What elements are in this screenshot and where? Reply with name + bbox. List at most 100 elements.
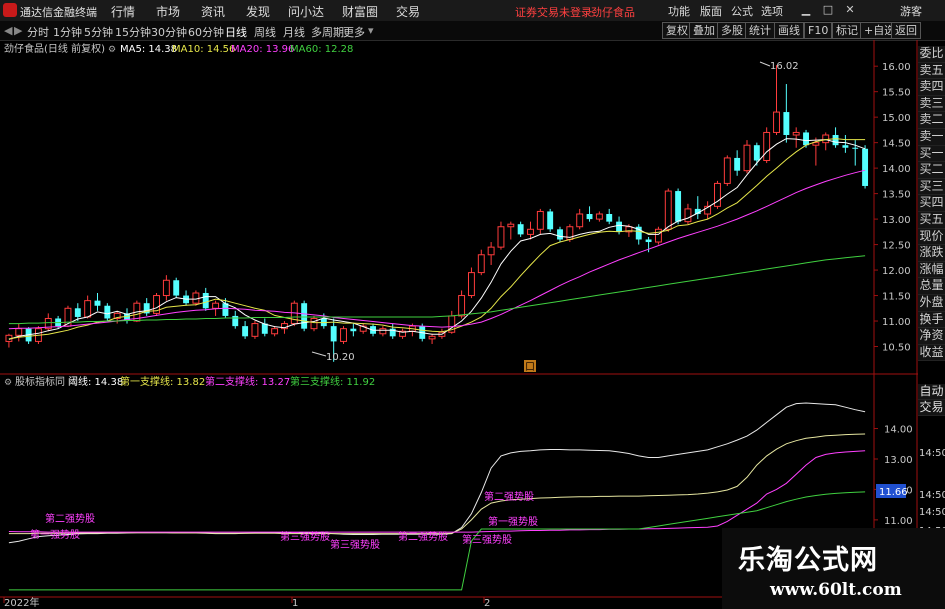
menu-gongneng[interactable]: 功能 xyxy=(668,3,690,19)
candle-body-up xyxy=(162,279,170,297)
back-arrow-icon[interactable]: ◀ xyxy=(4,24,12,37)
quote-field[interactable]: 委比 xyxy=(918,46,945,63)
quote-field[interactable]: 卖二 xyxy=(918,112,945,129)
period-weekly[interactable]: 周线 xyxy=(254,24,276,40)
candle-body-up xyxy=(251,323,259,337)
candle-body-up xyxy=(477,254,485,274)
side-tab[interactable]: 交易 xyxy=(918,400,945,416)
period-30min[interactable]: 30分钟 xyxy=(151,24,187,40)
period-60min[interactable]: 60分钟 xyxy=(188,24,224,40)
candle-body-down xyxy=(734,157,741,171)
btn-f10[interactable]: F10 xyxy=(804,22,833,39)
period-5min[interactable]: 5分钟 xyxy=(84,24,113,40)
btn-huaxian[interactable]: 画线 xyxy=(774,22,804,39)
btn-fuquan[interactable]: 复权 xyxy=(662,22,692,39)
quote-field[interactable]: 卖四 xyxy=(918,79,945,96)
candle-body-up xyxy=(576,213,584,228)
settings-gear-icon[interactable]: ⚙ xyxy=(108,45,116,55)
quote-field[interactable]: 净资 xyxy=(918,328,945,345)
indicator-gear-icon[interactable]: ⚙ xyxy=(4,378,12,388)
quote-field[interactable]: 换手 xyxy=(918,311,945,329)
maximize-icon[interactable]: □ xyxy=(820,3,836,17)
sub-time-label: 14:50 xyxy=(919,448,945,459)
candle-body-down xyxy=(173,280,180,296)
quote-field[interactable]: 收益 xyxy=(918,344,945,362)
quote-field[interactable]: 涨幅 xyxy=(918,261,945,279)
quote-field[interactable]: 买四 xyxy=(918,195,945,212)
candle-body-down xyxy=(862,148,869,186)
price-tick-label: 12.00 xyxy=(882,266,911,277)
quote-field[interactable]: 现价 xyxy=(918,228,945,246)
more-dropdown-icon[interactable]: ▾ xyxy=(368,24,374,37)
sub-legend-l3: 第二支撑线: 13.27 xyxy=(205,375,290,388)
quote-field[interactable]: 买二 xyxy=(918,162,945,179)
btn-tongji[interactable]: 统计 xyxy=(745,22,775,39)
candle-body-down xyxy=(350,328,357,332)
stock-legend: 劲仔食品(日线 前复权) xyxy=(4,42,105,55)
menu-caifuquan[interactable]: 财富圈 xyxy=(342,3,378,20)
sub-label-7: 第二强势股 xyxy=(484,490,534,503)
trade-login-notice[interactable]: 证券交易未登录 xyxy=(515,4,592,20)
forward-arrow-icon[interactable]: ▶ xyxy=(14,24,22,37)
quote-field[interactable]: 总量 xyxy=(918,278,945,295)
quote-field[interactable]: 买三 xyxy=(918,178,945,196)
sub-legend-l2: 第一支撑线: 13.82 xyxy=(120,375,205,388)
quote-field[interactable]: 卖一 xyxy=(918,129,945,146)
side-tab[interactable]: 自动 xyxy=(918,384,945,400)
sub-label-3: 第三强势股 xyxy=(280,530,330,543)
price-tick-label: 11.50 xyxy=(882,292,911,303)
menu-gongshi[interactable]: 公式 xyxy=(731,3,753,19)
price-tick-label: 16.00 xyxy=(882,62,911,73)
btn-duogu[interactable]: 多股 xyxy=(717,22,747,39)
menu-xuanxiang[interactable]: 选项 xyxy=(761,3,783,19)
app-title: 通达信金融终端 xyxy=(20,6,97,19)
candle-body-up xyxy=(812,142,820,146)
sub-label-5: 第二强势股 xyxy=(398,530,448,543)
btn-diejia[interactable]: 叠加 xyxy=(689,22,719,39)
menu-bar: 通达信金融终端 行情 市场 资讯 发现 问小达 财富圈 交易 证券交易未登录 劲… xyxy=(0,0,945,22)
price-tick-label: 14.50 xyxy=(882,139,911,150)
quote-field[interactable]: 外盘 xyxy=(918,295,945,312)
period-monthly[interactable]: 月线 xyxy=(283,24,305,40)
menu-wenxiaoda[interactable]: 问小达 xyxy=(288,3,324,20)
menu-faxian[interactable]: 发现 xyxy=(246,3,270,20)
menu-hangqing[interactable]: 行情 xyxy=(111,3,135,20)
period-multi[interactable]: 多周期 xyxy=(311,24,344,40)
menu-shichang[interactable]: 市场 xyxy=(156,3,180,20)
minimize-icon[interactable]: ▁ xyxy=(798,3,814,17)
period-toolbar: ◀ ▶ 分时 1分钟 5分钟 15分钟 30分钟 60分钟 日线 周线 月线 多… xyxy=(0,21,945,41)
period-1min[interactable]: 1分钟 xyxy=(53,24,82,40)
quote-field[interactable]: 买五 xyxy=(918,212,945,229)
close-icon[interactable]: ✕ xyxy=(842,3,858,17)
candle-body-up xyxy=(822,134,830,144)
quote-field[interactable]: 买一 xyxy=(918,145,945,163)
quote-field[interactable]: 卖三 xyxy=(918,95,945,113)
price-tick-label: 10.50 xyxy=(882,343,911,354)
kline-chart[interactable]: 16.00 15.50 15.00 14.50 14.00 13.50 13.00 12.50… xyxy=(0,40,945,609)
candle-body-down xyxy=(586,214,593,220)
quote-field[interactable]: 卖五 xyxy=(918,62,945,80)
btn-back[interactable]: 返回 xyxy=(891,22,921,39)
quote-field[interactable]: 涨跌 xyxy=(918,245,945,262)
candle-body-up xyxy=(84,300,92,318)
candle-body-up xyxy=(536,210,544,230)
period-fenshi[interactable]: 分时 xyxy=(27,24,49,40)
price-tick-label: 14.00 xyxy=(882,164,911,175)
candle-body-down xyxy=(753,145,760,161)
candle-body-down xyxy=(557,229,563,240)
price-tick-label: 15.50 xyxy=(882,88,911,99)
btn-biaoji[interactable]: 标记 xyxy=(832,22,862,39)
period-more[interactable]: 更多 xyxy=(343,24,365,40)
low-annotation: 10.20 xyxy=(326,352,355,363)
candle-body-up xyxy=(271,328,279,335)
sub-tick-label: 11.00 xyxy=(884,516,913,527)
menu-zixun[interactable]: 资讯 xyxy=(201,3,225,20)
period-15min[interactable]: 15分钟 xyxy=(115,24,151,40)
menu-banmian[interactable]: 版面 xyxy=(700,3,722,19)
stock-name-link[interactable]: 劲仔食品 xyxy=(591,4,635,20)
candle-body-up xyxy=(310,317,318,330)
period-daily[interactable]: 日线 xyxy=(225,24,247,40)
guest-label[interactable]: 游客 xyxy=(900,3,922,19)
menu-jiaoyi[interactable]: 交易 xyxy=(396,3,420,20)
candle-body-down xyxy=(842,145,849,148)
